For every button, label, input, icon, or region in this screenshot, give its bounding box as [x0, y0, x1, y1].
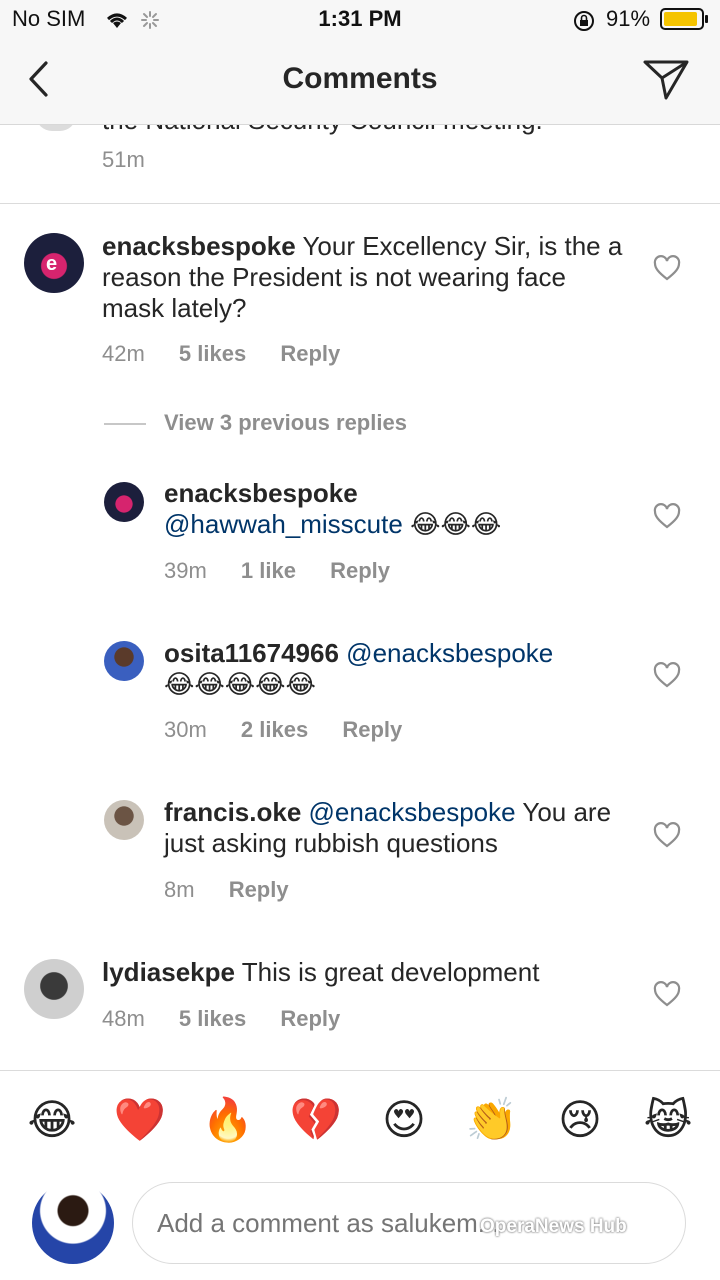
comment-time: 42m	[102, 341, 145, 366]
battery-icon	[660, 8, 704, 30]
battery-tip	[705, 15, 708, 23]
reply-button[interactable]: Reply	[280, 341, 340, 366]
avatar[interactable]	[24, 959, 84, 1019]
likes-count[interactable]: 2 likes	[241, 717, 308, 742]
rotation-lock-icon	[574, 11, 594, 31]
navigation-bar: Comments	[0, 40, 720, 125]
emoji-cry-button[interactable]: 😢	[552, 1096, 608, 1144]
reply-username[interactable]: osita11674966	[164, 638, 339, 668]
reply-text: francis.oke @enacksbespoke You are just …	[164, 797, 624, 859]
reply-button[interactable]: Reply	[280, 1006, 340, 1031]
emoji-cat-joy-button[interactable]: 😹	[640, 1096, 696, 1144]
reply-button[interactable]: Reply	[330, 558, 390, 583]
page-title: Comments	[282, 62, 438, 95]
mention-link[interactable]: @enacksbespoke	[346, 638, 553, 668]
partial-comment: the National Security Council meeting. 5…	[0, 125, 720, 205]
comment-meta: 42m 5 likes Reply	[102, 341, 368, 367]
reply-body: 😂😂😂😂😂	[164, 669, 316, 699]
reply-meta: 30m 2 likes Reply	[164, 717, 430, 743]
watermark-text: OperaNews Hub	[480, 1216, 627, 1237]
reply-meta: 39m 1 like Reply	[164, 558, 418, 584]
reply-time: 8m	[164, 877, 195, 902]
emoji-clap-button[interactable]: 👏	[464, 1096, 520, 1144]
likes-count[interactable]: 1 like	[241, 558, 296, 583]
comment-text: lydiasekpe This is great development	[102, 957, 632, 988]
like-heart-icon[interactable]	[653, 255, 681, 281]
mention-link[interactable]: @enacksbespoke	[309, 797, 516, 827]
likes-count[interactable]: 5 likes	[179, 1006, 246, 1031]
comment-time: 48m	[102, 1006, 145, 1031]
comment-username[interactable]: enacksbespoke	[102, 231, 296, 261]
reply-meta: 8m Reply	[164, 877, 317, 903]
reply-text: enacksbespoke @hawwah_misscute 😂😂😂	[164, 478, 624, 540]
reply-username[interactable]: francis.oke	[164, 797, 301, 827]
comment-time: 51m	[102, 147, 145, 172]
divider	[0, 1070, 720, 1071]
reply-time: 39m	[164, 558, 207, 583]
mention-link[interactable]: @hawwah_misscute	[164, 509, 403, 539]
like-heart-icon[interactable]	[653, 981, 681, 1007]
reply-username[interactable]: enacksbespoke	[164, 478, 358, 508]
comment-text: enacksbespoke Your Excellency Sir, is th…	[102, 231, 632, 324]
likes-count[interactable]: 5 likes	[179, 341, 246, 366]
comment-body: This is great development	[241, 957, 540, 987]
send-button[interactable]	[642, 58, 690, 102]
like-heart-icon[interactable]	[653, 822, 681, 848]
like-heart-icon[interactable]	[653, 662, 681, 688]
reply-button[interactable]: Reply	[342, 717, 402, 742]
avatar[interactable]	[36, 125, 76, 131]
avatar[interactable]: e	[24, 233, 84, 293]
comment-meta: 48m 5 likes Reply	[102, 1006, 368, 1032]
view-previous-replies[interactable]: View 3 previous replies	[164, 410, 407, 436]
avatar[interactable]	[104, 800, 144, 840]
battery-percent: 91%	[606, 6, 651, 31]
reply-text: osita11674966 @enacksbespoke 😂😂😂😂😂	[164, 638, 624, 700]
reply-body: 😂😂😂	[410, 509, 502, 539]
avatar[interactable]	[104, 482, 144, 522]
replies-line	[104, 423, 146, 425]
status-bar: No SIM 1:31 PM 91%	[0, 0, 720, 40]
current-user-avatar[interactable]	[32, 1182, 114, 1264]
comment-username[interactable]: lydiasekpe	[102, 957, 235, 987]
emoji-joy-button[interactable]: 😂	[24, 1096, 80, 1144]
divider	[0, 203, 720, 204]
emoji-heart-button[interactable]: ❤️	[112, 1096, 168, 1144]
like-heart-icon[interactable]	[653, 503, 681, 529]
reply-button[interactable]: Reply	[229, 877, 289, 902]
emoji-broken-heart-button[interactable]: 💔	[288, 1096, 344, 1144]
avatar[interactable]	[104, 641, 144, 681]
emoji-heart-eyes-button[interactable]: 😍	[376, 1096, 432, 1144]
reply-time: 30m	[164, 717, 207, 742]
emoji-fire-button[interactable]: 🔥	[200, 1096, 256, 1144]
partial-comment-text: the National Security Council meeting.	[102, 125, 662, 136]
